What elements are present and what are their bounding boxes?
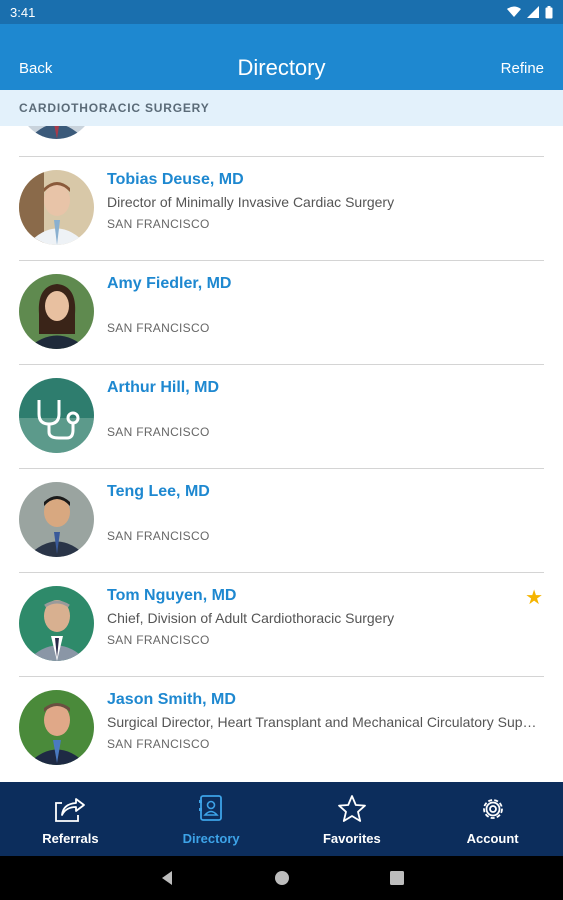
app-header: Back Directory Refine — [0, 24, 563, 90]
tab-label: Directory — [182, 831, 240, 846]
doctor-name[interactable]: Teng Lee, MD — [107, 483, 210, 501]
avatar — [19, 274, 94, 349]
avatar — [19, 378, 94, 453]
avatar — [19, 482, 94, 557]
refine-button[interactable]: Refine — [501, 60, 544, 77]
doctor-title: Surgical Director, Heart Transplant and … — [107, 714, 537, 730]
doctor-location: SAN FRANCISCO — [107, 217, 210, 231]
avatar — [19, 690, 94, 765]
doctor-name[interactable]: Amy Fiedler, MD — [107, 275, 231, 293]
doctor-title: Chief, Division of Adult Cardiothoracic … — [107, 610, 395, 626]
page-title: Directory — [237, 55, 326, 80]
gear-icon — [478, 794, 508, 824]
battery-icon — [545, 5, 553, 18]
tab-favorites[interactable]: Favorites — [282, 782, 423, 856]
doctor-location: SAN FRANCISCO — [107, 425, 210, 439]
divider — [19, 676, 544, 677]
system-nav-bar — [0, 856, 563, 900]
doctor-location: SAN FRANCISCO — [107, 321, 210, 335]
tab-label: Referrals — [42, 831, 99, 846]
tab-label: Account — [466, 831, 519, 846]
tab-bar: Referrals Directory Favorites Account — [0, 782, 563, 856]
doctor-list-item[interactable]: Arthur Hill, MD SAN FRANCISCO — [0, 364, 563, 468]
tab-directory[interactable]: Directory — [141, 782, 282, 856]
doctor-name[interactable]: Jason Smith, MD — [107, 691, 236, 709]
doctor-name[interactable]: Tobias Deuse, MD — [107, 171, 244, 189]
divider — [19, 572, 544, 573]
favorite-star-icon[interactable]: ★ — [525, 585, 543, 610]
directory-list[interactable]: Tobias Deuse, MD Director of Minimally I… — [0, 126, 563, 782]
stethoscope-icon — [19, 378, 94, 453]
divider — [19, 156, 544, 157]
status-time: 3:41 — [10, 4, 36, 20]
doctor-list-item[interactable]: Amy Fiedler, MD SAN FRANCISCO — [0, 260, 563, 364]
divider — [19, 468, 544, 469]
status-icons — [507, 5, 553, 19]
avatar — [19, 126, 94, 139]
doctor-title: Director of Minimally Invasive Cardiac S… — [107, 194, 395, 210]
tab-account[interactable]: Account — [422, 782, 563, 856]
home-nav-icon[interactable] — [274, 870, 290, 886]
back-nav-icon[interactable] — [160, 870, 174, 886]
avatar — [19, 170, 94, 245]
divider — [19, 364, 544, 365]
status-bar: 3:41 — [0, 0, 563, 24]
doctor-location: SAN FRANCISCO — [107, 633, 210, 647]
tab-referrals[interactable]: Referrals — [0, 782, 141, 856]
doctor-name[interactable]: Tom Nguyen, MD — [107, 587, 236, 605]
doctor-name[interactable]: Arthur Hill, MD — [107, 379, 219, 397]
doctor-list-item[interactable]: Tobias Deuse, MD Director of Minimally I… — [0, 156, 563, 260]
wifi-icon — [507, 6, 521, 17]
doctor-list-item[interactable]: Teng Lee, MD SAN FRANCISCO — [0, 468, 563, 572]
signal-icon — [527, 6, 539, 18]
doctor-list-item[interactable]: Jason Smith, MD Surgical Director, Heart… — [0, 676, 563, 780]
contact-card-icon — [197, 794, 225, 824]
star-icon — [337, 794, 367, 824]
doctor-location: SAN FRANCISCO — [107, 529, 210, 543]
section-header: CARDIOTHORACIC SURGERY — [0, 90, 563, 126]
tab-label: Favorites — [322, 831, 381, 846]
doctor-location: SAN FRANCISCO — [107, 737, 210, 751]
avatar — [19, 586, 94, 661]
recents-nav-icon[interactable] — [389, 871, 404, 885]
doctor-list-item[interactable]: Tom Nguyen, MD Chief, Division of Adult … — [0, 572, 563, 676]
share-icon — [54, 794, 86, 824]
divider — [19, 260, 544, 261]
